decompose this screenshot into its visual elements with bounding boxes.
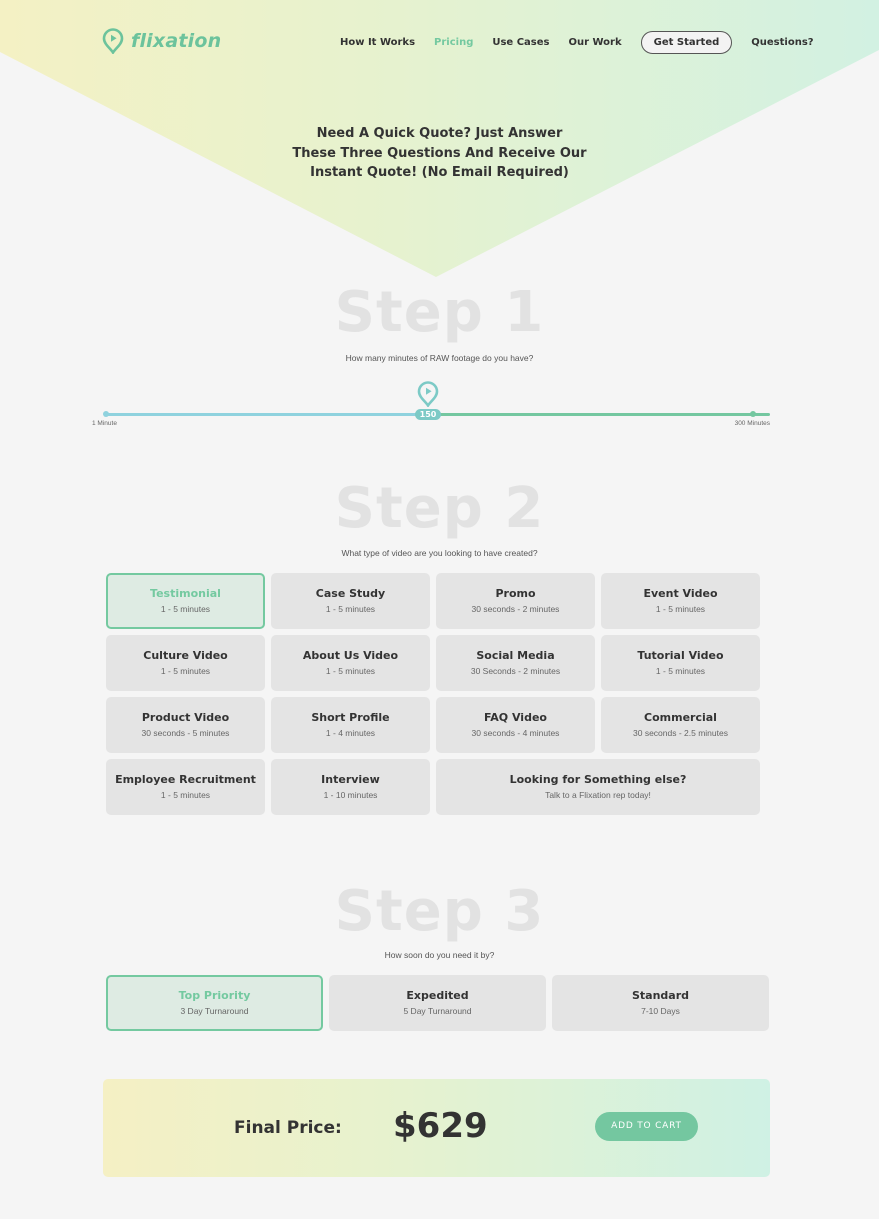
slider-min-dot xyxy=(103,411,109,417)
option-title: Standard xyxy=(631,989,690,1002)
step1-title: Step 1 xyxy=(334,280,545,345)
slider-track-filled[interactable] xyxy=(105,413,428,416)
option-subtitle: 1 - 5 minutes xyxy=(325,604,376,614)
hero-line: Need A Quick Quote? Just Answer xyxy=(316,126,563,141)
video-type-option-card[interactable]: Promo 30 seconds - 2 minutes xyxy=(436,573,595,629)
video-type-option-card[interactable]: Culture Video 1 - 5 minutes xyxy=(106,635,265,691)
option-subtitle: 7-10 Days xyxy=(641,1006,680,1016)
brand-name: flixation xyxy=(131,30,222,52)
video-type-option-card[interactable]: Social Media 30 Seconds - 2 minutes xyxy=(436,635,595,691)
final-price-label: Final Price: xyxy=(234,1118,342,1138)
hero-line: These Three Questions And Receive Our xyxy=(292,145,587,161)
option-title: Short Profile xyxy=(311,711,390,724)
option-title: Expedited xyxy=(406,989,469,1002)
video-type-option-card[interactable]: Event Video 1 - 5 minutes xyxy=(601,573,760,629)
nav-questions[interactable]: Questions? xyxy=(751,37,813,48)
option-subtitle: 1 - 5 minutes xyxy=(160,790,211,800)
option-subtitle: 5 Day Turnaround xyxy=(403,1006,472,1016)
option-title: About Us Video xyxy=(302,649,399,662)
option-title: Culture Video xyxy=(143,649,228,662)
video-type-option-card[interactable]: Commercial 30 seconds - 2.5 minutes xyxy=(601,697,760,753)
hero-line: Instant Quote! (No Email Required) xyxy=(310,165,569,180)
slider-max-dot xyxy=(750,411,756,417)
footage-slider[interactable]: 150 1 Minute 300 Minutes xyxy=(92,381,770,431)
option-subtitle: 1 - 10 minutes xyxy=(323,790,378,800)
nav-use-cases[interactable]: Use Cases xyxy=(492,37,549,48)
final-price-bar: Final Price: $629 ADD TO CART xyxy=(103,1079,770,1177)
video-type-option-card[interactable]: Tutorial Video 1 - 5 minutes xyxy=(601,635,760,691)
turnaround-option-card[interactable]: Expedited 5 Day Turnaround xyxy=(329,975,546,1031)
slider-max-label: 300 Minutes xyxy=(734,420,770,427)
step3-title: Step 3 xyxy=(334,879,545,944)
option-title: Event Video xyxy=(643,587,718,600)
video-type-option-card[interactable]: Short Profile 1 - 4 minutes xyxy=(271,697,430,753)
top-nav: flixation How It Works Pricing Use Cases… xyxy=(0,0,879,84)
video-type-option-card[interactable]: Product Video 30 seconds - 5 minutes xyxy=(106,697,265,753)
option-title: Interview xyxy=(321,773,380,786)
nav-pricing[interactable]: Pricing xyxy=(434,37,473,48)
option-subtitle: 1 - 5 minutes xyxy=(160,666,211,676)
option-subtitle: 30 seconds - 4 minutes xyxy=(471,728,560,738)
slider-track-remaining[interactable] xyxy=(428,413,770,416)
option-title: Social Media xyxy=(476,649,555,662)
turnaround-option-card[interactable]: Top Priority 3 Day Turnaround xyxy=(106,975,323,1031)
final-price-value: $629 xyxy=(393,1106,488,1146)
turnaround-option-card[interactable]: Standard 7-10 Days xyxy=(552,975,769,1031)
nav-links: How It Works Pricing Use Cases Our Work … xyxy=(340,31,814,54)
slider-value-badge[interactable]: 150 xyxy=(415,409,441,420)
option-title: Case Study xyxy=(315,587,386,600)
add-to-cart-button[interactable]: ADD TO CART xyxy=(595,1112,698,1141)
step2-question: What type of video are you looking to ha… xyxy=(341,548,538,558)
video-type-option-card[interactable]: FAQ Video 30 seconds - 4 minutes xyxy=(436,697,595,753)
video-type-option-card[interactable]: Looking for Something else? Talk to a Fli… xyxy=(436,759,760,815)
video-type-option-card[interactable]: Testimonial 1 - 5 minutes xyxy=(106,573,265,629)
video-type-option-card[interactable]: Case Study 1 - 5 minutes xyxy=(271,573,430,629)
step3-question: How soon do you need it by? xyxy=(384,950,495,960)
nav-our-work[interactable]: Our Work xyxy=(568,37,621,48)
get-started-button[interactable]: Get Started xyxy=(640,31,733,54)
step1-question: How many minutes of RAW footage do you h… xyxy=(345,353,534,363)
video-type-option-card[interactable]: About Us Video 1 - 5 minutes xyxy=(271,635,430,691)
option-title: Promo xyxy=(495,587,536,600)
option-subtitle: 1 - 4 minutes xyxy=(325,728,376,738)
option-title: Tutorial Video xyxy=(637,649,724,662)
option-title: Employee Recruitment xyxy=(115,773,256,786)
slider-handle-pin-icon[interactable] xyxy=(417,381,439,411)
logo[interactable]: flixation xyxy=(102,28,221,54)
option-subtitle: 30 seconds - 5 minutes xyxy=(141,728,230,738)
option-subtitle: 1 - 5 minutes xyxy=(160,604,211,614)
location-pin-play-icon xyxy=(102,28,124,54)
nav-how-it-works[interactable]: How It Works xyxy=(340,37,415,48)
option-subtitle: 30 Seconds - 2 minutes xyxy=(470,666,561,676)
option-subtitle: 30 seconds - 2.5 minutes xyxy=(633,728,728,738)
hero-headline: Need A Quick Quote? Just Answer These Th… xyxy=(0,124,879,183)
option-subtitle: Talk to a Flixation rep today! xyxy=(545,790,651,800)
step2-title: Step 2 xyxy=(334,476,545,541)
option-title: Looking for Something else? xyxy=(509,773,687,786)
option-title: Commercial xyxy=(644,711,717,724)
option-subtitle: 30 seconds - 2 minutes xyxy=(471,604,560,614)
option-title: FAQ Video xyxy=(484,711,547,724)
option-title: Testimonial xyxy=(150,587,221,600)
video-type-option-card[interactable]: Interview 1 - 10 minutes xyxy=(271,759,430,815)
slider-min-label: 1 Minute xyxy=(92,420,117,427)
option-subtitle: 1 - 5 minutes xyxy=(655,604,706,614)
option-title: Top Priority xyxy=(178,989,251,1002)
option-subtitle: 1 - 5 minutes xyxy=(325,666,376,676)
video-type-option-card[interactable]: Employee Recruitment 1 - 5 minutes xyxy=(106,759,265,815)
option-subtitle: 1 - 5 minutes xyxy=(655,666,706,676)
option-title: Product Video xyxy=(141,711,230,724)
option-subtitle: 3 Day Turnaround xyxy=(180,1006,249,1016)
